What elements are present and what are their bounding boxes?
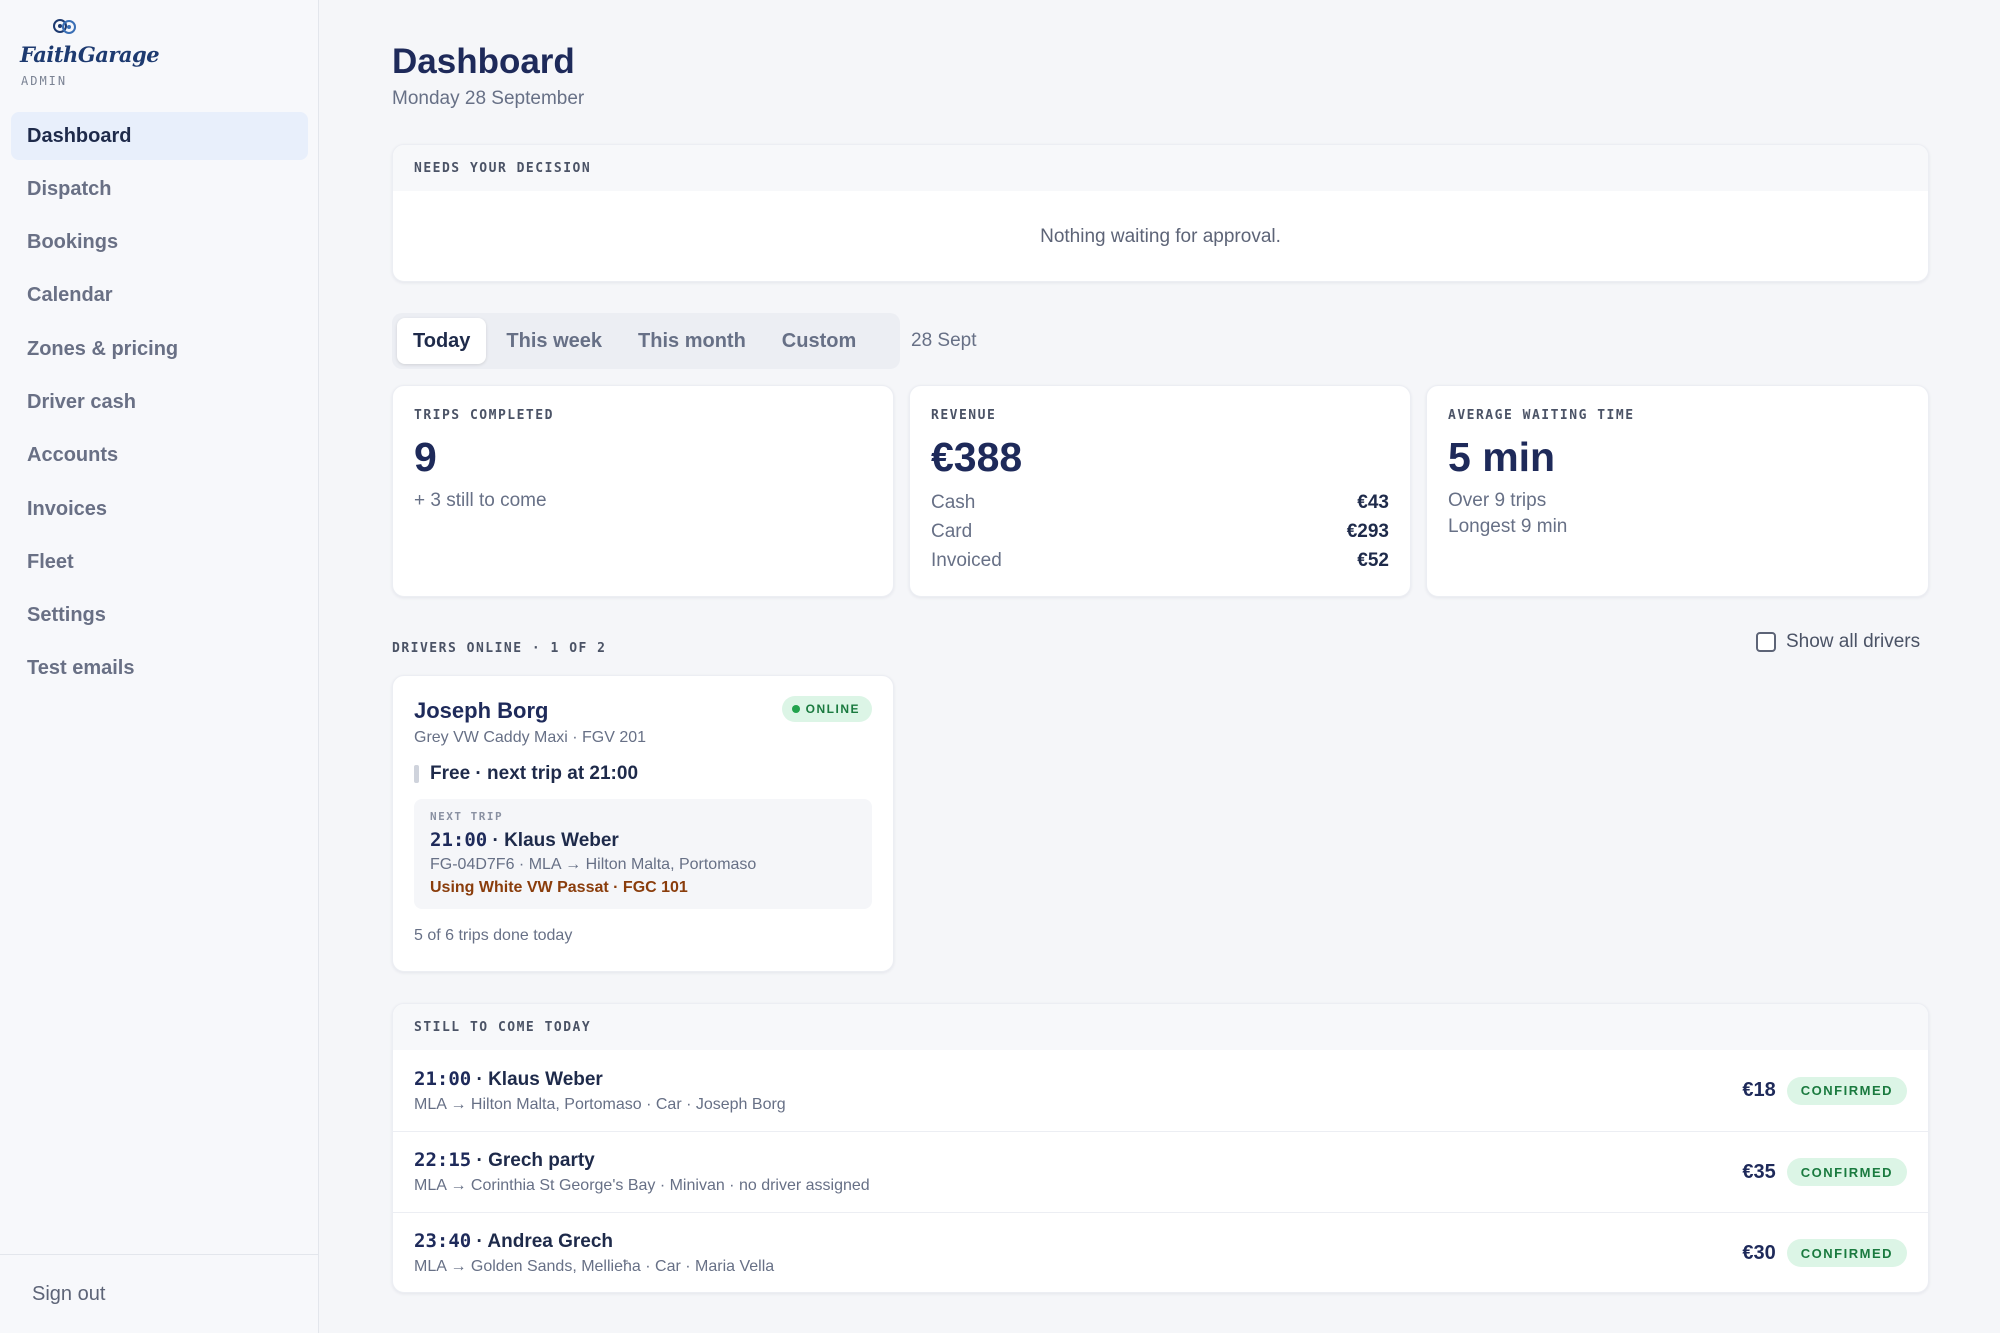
brand-name: FaithGarage <box>20 42 160 67</box>
table-row[interactable]: 22:15 · Grech party MLA → Corinthia St G… <box>393 1131 1928 1212</box>
trip-price: €30 <box>1742 1241 1776 1264</box>
sidebar-item-bookings[interactable]: Bookings <box>11 219 308 267</box>
drivers-online-label: DRIVERS ONLINE · 1 OF 2 <box>392 641 607 656</box>
sidebar-item-invoices[interactable]: Invoices <box>11 485 308 533</box>
next-trip-label: NEXT TRIP <box>430 810 504 823</box>
sidebar-nav: Dashboard Dispatch Bookings Calendar Zon… <box>11 112 308 698</box>
tab-this-week[interactable]: This week <box>490 318 618 364</box>
driver-status: Free · next trip at 21:00 <box>414 763 872 785</box>
status-badge: CONFIRMED <box>1786 1158 1907 1186</box>
waiting-sub-trips: Over 9 trips <box>1448 490 1547 512</box>
online-dot-icon <box>791 705 800 713</box>
trips-value: 9 <box>414 434 437 480</box>
waiting-value: 5 min <box>1448 434 1556 480</box>
page-date: Monday 28 September <box>392 88 585 109</box>
table-row[interactable]: 21:00 · Klaus Weber MLA → Hilton Malta, … <box>393 1050 1928 1131</box>
driver-vehicle: Grey VW Caddy Maxi · FGV 201 <box>414 729 647 746</box>
sidebar-item-dashboard[interactable]: Dashboard <box>11 112 308 160</box>
trips-sub: + 3 still to come <box>414 490 547 512</box>
revenue-breakdown: Cash €43 Card €293 Invoiced €52 <box>931 488 1389 575</box>
period-date: 28 Sept <box>911 330 977 351</box>
next-trip-vehicle-swap: Using White VW Passat · FGC 101 <box>430 879 688 896</box>
brand-logo[interactable]: FaithGarage ADMIN <box>20 18 160 90</box>
driver-trips-done: 5 of 6 trips done today <box>414 927 573 944</box>
sidebar-item-zones-pricing[interactable]: Zones & pricing <box>11 325 308 373</box>
show-all-drivers-toggle[interactable]: Show all drivers <box>1756 631 1920 653</box>
brand-sub: ADMIN <box>21 74 68 88</box>
status-badge: CONFIRMED <box>1786 1239 1907 1267</box>
next-trip-box[interactable]: NEXT TRIP 21:00 · Klaus Weber FG-04D7F6 … <box>414 799 872 909</box>
decision-header: NEEDS YOUR DECISION <box>393 145 1928 191</box>
decision-empty-message: Nothing waiting for approval. <box>1040 226 1281 247</box>
upcoming-card: STILL TO COME TODAY 21:00 · Klaus Weber … <box>392 1003 1929 1293</box>
page-title: Dashboard <box>392 42 575 81</box>
upcoming-list: 21:00 · Klaus Weber MLA → Hilton Malta, … <box>393 1050 1928 1292</box>
sidebar-footer: Sign out <box>0 1254 319 1333</box>
revenue-row-cash: Cash €43 <box>931 492 1389 514</box>
decision-heading: NEEDS YOUR DECISION <box>414 160 592 176</box>
revenue-row-card: Card €293 <box>931 521 1389 543</box>
status-badge-online: ONLINE <box>781 696 872 722</box>
table-row[interactable]: 23:40 · Andrea Grech MLA → Golden Sands,… <box>393 1212 1928 1292</box>
show-all-drivers-label: Show all drivers <box>1786 631 1921 652</box>
revenue-card: REVENUE €388 Cash €43 Card €293 Invoiced… <box>909 385 1411 597</box>
sidebar-item-accounts[interactable]: Accounts <box>11 432 308 480</box>
waiting-label: AVERAGE WAITING TIME <box>1448 408 1635 423</box>
sidebar-item-calendar[interactable]: Calendar <box>11 272 308 320</box>
average-waiting-card: AVERAGE WAITING TIME 5 min Over 9 trips … <box>1426 385 1929 597</box>
trip-price: €18 <box>1742 1079 1776 1101</box>
trip-price: €35 <box>1742 1160 1776 1183</box>
sidebar-item-dispatch[interactable]: Dispatch <box>11 165 308 213</box>
status-badge: CONFIRMED <box>1786 1076 1907 1105</box>
trips-label: TRIPS COMPLETED <box>414 408 554 423</box>
sidebar-item-driver-cash[interactable]: Driver cash <box>11 378 308 426</box>
trips-completed-card: TRIPS COMPLETED 9 + 3 still to come <box>392 385 894 597</box>
decision-card: NEEDS YOUR DECISION Nothing waiting for … <box>392 144 1929 282</box>
status-bar-icon <box>414 765 419 783</box>
next-trip-route: FG-04D7F6 · MLA → Hilton Malta, Portomas… <box>430 856 757 873</box>
tab-this-month[interactable]: This month <box>622 318 762 364</box>
waiting-sub-longest: Longest 9 min <box>1448 516 1568 538</box>
revenue-row-invoiced: Invoiced €52 <box>931 550 1389 572</box>
show-all-drivers-checkbox[interactable] <box>1756 632 1776 652</box>
sidebar: FaithGarage ADMIN Dashboard Dispatch Boo… <box>0 0 319 1333</box>
tab-today[interactable]: Today <box>397 318 487 364</box>
revenue-value: €388 <box>931 434 1023 480</box>
sidebar-item-test-emails[interactable]: Test emails <box>11 645 308 693</box>
driver-card[interactable]: Joseph Borg Grey VW Caddy Maxi · FGV 201… <box>392 675 894 972</box>
upcoming-header: STILL TO COME TODAY <box>393 1004 1928 1050</box>
car-logo-icon <box>53 19 76 34</box>
sidebar-item-settings[interactable]: Settings <box>11 592 308 640</box>
next-trip-title: 21:00 · Klaus Weber <box>430 829 619 851</box>
sidebar-item-fleet[interactable]: Fleet <box>11 538 308 586</box>
revenue-label: REVENUE <box>931 408 997 423</box>
tab-custom[interactable]: Custom <box>766 318 872 364</box>
sign-out-link[interactable]: Sign out <box>32 1283 105 1306</box>
upcoming-heading: STILL TO COME TODAY <box>414 1019 592 1035</box>
period-tabs: Today This week This month Custom <box>392 313 900 369</box>
